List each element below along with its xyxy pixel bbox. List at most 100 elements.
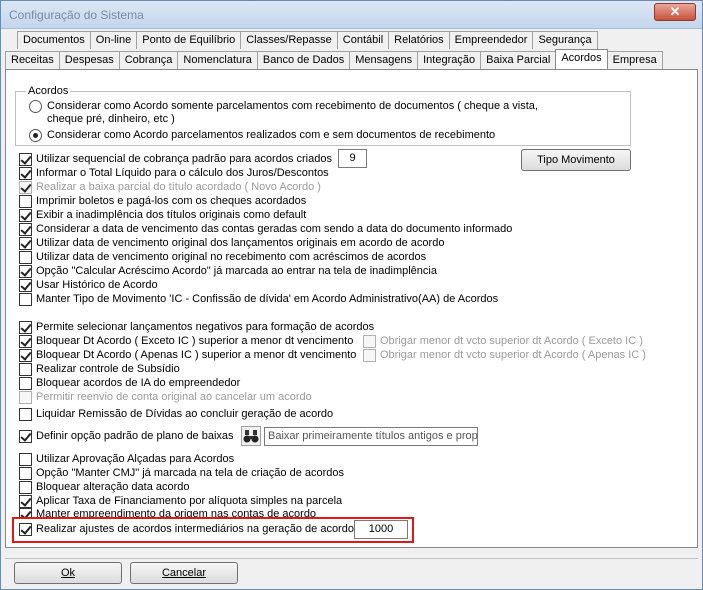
checkbox[interactable] bbox=[363, 349, 376, 362]
checkbox[interactable] bbox=[19, 467, 32, 480]
option-manter-empreendimento[interactable]: Manter empreendimento da origem nas cont… bbox=[19, 508, 316, 517]
checkbox[interactable] bbox=[19, 481, 32, 494]
checkbox[interactable] bbox=[19, 251, 32, 264]
checkbox[interactable] bbox=[19, 167, 32, 180]
option-label: Exibir a inadimplência dos títulos origi… bbox=[36, 209, 307, 221]
option-controle-subsidio[interactable]: Realizar controle de Subsídio bbox=[19, 363, 180, 376]
option-aprovacao-alcadas[interactable]: Utilizar Aprovação Alçadas para Acordos bbox=[19, 453, 234, 466]
tab-integracao[interactable]: Integração bbox=[417, 51, 482, 69]
option-bloquear-ia[interactable]: Bloquear acordos de IA do empreendedor bbox=[19, 377, 240, 390]
checkbox[interactable] bbox=[19, 153, 32, 166]
checkbox[interactable] bbox=[19, 391, 32, 404]
option-obrigar-apenas-ic[interactable]: Obrigar menor dt vcto superior dt Acordo… bbox=[363, 349, 646, 362]
plano-baixas-select[interactable]: Baixar primeiramente títulos antigos e p… bbox=[264, 427, 478, 446]
ajustes-value-input[interactable]: 1000 bbox=[354, 520, 408, 539]
option-data-vencimento-contas[interactable]: Considerar a data de vencimento das cont… bbox=[19, 223, 512, 236]
radio-label-line2: cheque pré, dinheiro, etc ) bbox=[47, 113, 175, 125]
option-total-liquido[interactable]: Informar o Total Líquido para o cálculo … bbox=[19, 167, 329, 180]
tab-contabil[interactable]: Contábil bbox=[336, 31, 390, 49]
tab-relatorios[interactable]: Relatórios bbox=[388, 31, 450, 49]
tipo-movimento-button[interactable]: Tipo Movimento bbox=[521, 149, 631, 171]
tab-despesas[interactable]: Despesas bbox=[58, 51, 120, 69]
option-calcular-acrescimo[interactable]: Opção "Calcular Acréscimo Acordo" já mar… bbox=[19, 265, 437, 278]
option-label: Utilizar data de vencimento original dos… bbox=[36, 237, 445, 249]
tab-empresa[interactable]: Empresa bbox=[606, 51, 663, 69]
tab-banco-de-dados[interactable]: Banco de Dados bbox=[256, 51, 351, 69]
checkbox[interactable] bbox=[19, 363, 32, 376]
checkbox[interactable] bbox=[19, 223, 32, 236]
option-bloquear-exceto-ic[interactable]: Bloquear Dt Acordo ( Exceto IC ) superio… bbox=[19, 335, 353, 348]
checkbox[interactable] bbox=[19, 237, 32, 250]
radio-label-line1: Considerar como Acordo somente parcelame… bbox=[47, 100, 538, 112]
checkbox[interactable] bbox=[19, 495, 32, 508]
checkbox[interactable] bbox=[19, 430, 32, 443]
tab-ponto-de-equilibrio[interactable]: Ponto de Equilíbrio bbox=[136, 31, 242, 49]
option-seq-cobranca[interactable]: Utilizar sequencial de cobrança padrão p… bbox=[19, 153, 332, 166]
option-label: Liquidar Remissão de Dívidas ao concluir… bbox=[36, 408, 334, 420]
option-label: Bloquear Dt Acordo ( Apenas IC ) superio… bbox=[36, 349, 357, 361]
option-lancamentos-negativos[interactable]: Permite selecionar lançamentos negativos… bbox=[19, 321, 374, 334]
tab-on-line[interactable]: On-line bbox=[89, 31, 138, 49]
option-baixa-parcial[interactable]: Realizar a baixa parcial do título acord… bbox=[19, 181, 321, 194]
radio-com-sem-documentos[interactable]: Considerar como Acordo parcelamentos rea… bbox=[29, 129, 495, 142]
checkbox[interactable] bbox=[19, 321, 32, 334]
config-window: Configuração do Sistema ✕ Documentos On-l… bbox=[0, 0, 703, 590]
option-data-vencimento-original[interactable]: Utilizar data de vencimento original dos… bbox=[19, 237, 444, 250]
option-imprimir-boletos[interactable]: Imprimir boletos e pagá-los com os chequ… bbox=[19, 195, 306, 208]
checkbox[interactable] bbox=[19, 408, 32, 421]
option-manter-tipo-movimento[interactable]: Manter Tipo de Movimento 'IC - Confissão… bbox=[19, 293, 498, 306]
tab-receitas[interactable]: Receitas bbox=[5, 51, 60, 69]
option-usar-historico[interactable]: Usar Histórico de Acordo bbox=[19, 279, 158, 292]
tab-acordos[interactable]: Acordos bbox=[555, 49, 608, 69]
option-bloquear-alteracao[interactable]: Bloquear alteração data acordo bbox=[19, 481, 190, 494]
checkbox[interactable] bbox=[363, 335, 376, 348]
cancel-label: Cancelar bbox=[161, 567, 207, 579]
tab-nomenclatura[interactable]: Nomenclatura bbox=[177, 51, 258, 69]
option-obrigar-exceto-ic[interactable]: Obrigar menor dt vcto superior dt Acordo… bbox=[363, 335, 643, 348]
checkbox[interactable] bbox=[19, 377, 32, 390]
option-plano-baixas[interactable]: Definir opção padrão de plano de baixas bbox=[19, 430, 234, 443]
tab-mensagens[interactable]: Mensagens bbox=[349, 51, 419, 69]
close-button[interactable]: ✕ bbox=[654, 3, 696, 21]
option-manter-cmj[interactable]: Opção "Manter CMJ" já marcada na tela de… bbox=[19, 467, 344, 480]
binoculars-icon[interactable] bbox=[241, 426, 261, 446]
radio-button[interactable] bbox=[29, 100, 42, 113]
option-label: Realizar a baixa parcial do título acord… bbox=[36, 181, 321, 193]
option-data-vencimento-recebimento[interactable]: Utilizar data de vencimento original no … bbox=[19, 251, 426, 264]
checkbox[interactable] bbox=[19, 453, 32, 466]
option-label: Realizar ajustes de acordos intermediári… bbox=[36, 523, 358, 535]
seq-value-input[interactable]: 9 bbox=[338, 149, 367, 168]
radio-button[interactable] bbox=[29, 129, 42, 142]
checkbox[interactable] bbox=[19, 335, 32, 348]
option-ajustes-intermediarios[interactable]: Realizar ajustes de acordos intermediári… bbox=[19, 523, 357, 536]
option-label: Obrigar menor dt vcto superior dt Acordo… bbox=[380, 349, 646, 361]
radio-somente-documentos[interactable]: Considerar como Acordo somente parcelame… bbox=[29, 100, 538, 113]
cancel-button[interactable]: Cancelar bbox=[130, 562, 238, 584]
checkbox[interactable] bbox=[19, 265, 32, 278]
tab-seguranca[interactable]: Segurança bbox=[532, 31, 598, 49]
option-exibir-inadimplencia[interactable]: Exibir a inadimplência dos títulos origi… bbox=[19, 209, 306, 222]
tab-baixa-parcial[interactable]: Baixa Parcial bbox=[480, 51, 557, 69]
option-taxa-financiamento[interactable]: Aplicar Taxa de Financiamento por alíquo… bbox=[19, 495, 342, 508]
checkbox[interactable] bbox=[19, 181, 32, 194]
tab-cobranca[interactable]: Cobrança bbox=[118, 51, 179, 69]
option-label: Permitir reenvio de conta original ao ca… bbox=[36, 391, 312, 403]
checkbox[interactable] bbox=[19, 279, 32, 292]
tab-classes-repasse[interactable]: Classes/Repasse bbox=[240, 31, 338, 49]
option-liquidar-remissao[interactable]: Liquidar Remissão de Dívidas ao concluir… bbox=[19, 408, 333, 421]
checkbox[interactable] bbox=[19, 195, 32, 208]
tab-documentos[interactable]: Documentos bbox=[17, 31, 91, 49]
option-bloquear-apenas-ic[interactable]: Bloquear Dt Acordo ( Apenas IC ) superio… bbox=[19, 349, 356, 362]
checkbox[interactable] bbox=[19, 349, 32, 362]
option-permitir-reenvio[interactable]: Permitir reenvio de conta original ao ca… bbox=[19, 391, 312, 404]
option-label: Permite selecionar lançamentos negativos… bbox=[36, 321, 375, 333]
checkbox[interactable] bbox=[19, 209, 32, 222]
option-label: Obrigar menor dt vcto superior dt Acordo… bbox=[380, 335, 643, 347]
tab-empreendedor[interactable]: Empreendedor bbox=[448, 31, 534, 49]
checkbox[interactable] bbox=[19, 293, 32, 306]
radio-label: Considerar como Acordo parcelamentos rea… bbox=[47, 129, 496, 141]
option-label: Bloquear Dt Acordo ( Exceto IC ) superio… bbox=[36, 335, 354, 347]
ok-button[interactable]: Ok bbox=[14, 562, 122, 584]
checkbox[interactable] bbox=[19, 508, 32, 517]
checkbox[interactable] bbox=[19, 523, 32, 536]
